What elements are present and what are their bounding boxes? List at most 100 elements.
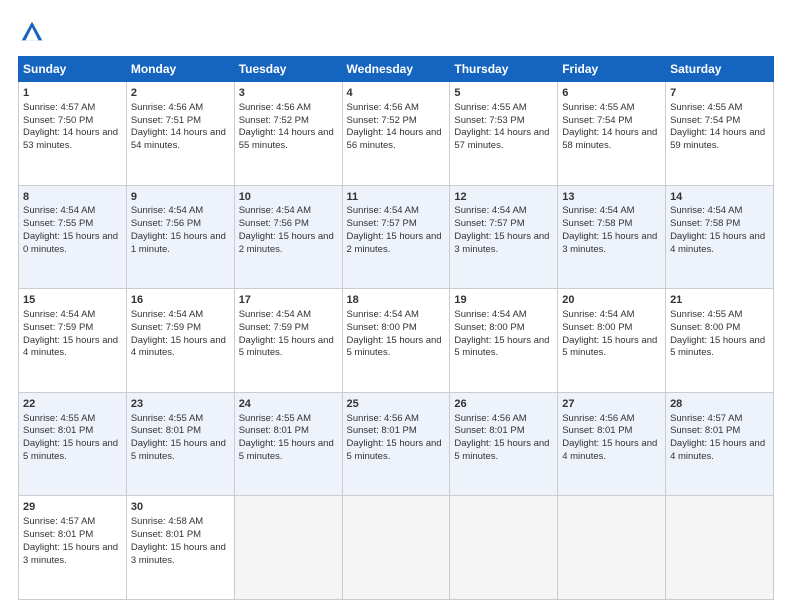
sunset-label: Sunset: 7:51 PM (131, 115, 201, 126)
calendar-table: SundayMondayTuesdayWednesdayThursdayFrid… (18, 56, 774, 600)
daylight-label: Daylight: 14 hours and 58 minutes. (562, 127, 657, 151)
sunrise-label: Sunrise: 4:54 AM (562, 309, 634, 320)
day-number: 18 (347, 293, 446, 308)
day-number: 21 (670, 293, 769, 308)
page: SundayMondayTuesdayWednesdayThursdayFrid… (0, 0, 792, 612)
sunrise-label: Sunrise: 4:57 AM (23, 102, 95, 113)
calendar-cell: 15Sunrise: 4:54 AMSunset: 7:59 PMDayligh… (19, 289, 127, 393)
sunrise-label: Sunrise: 4:56 AM (454, 413, 526, 424)
calendar-cell: 22Sunrise: 4:55 AMSunset: 8:01 PMDayligh… (19, 392, 127, 496)
sunrise-label: Sunrise: 4:57 AM (670, 413, 742, 424)
day-header-monday: Monday (126, 57, 234, 82)
calendar-cell: 27Sunrise: 4:56 AMSunset: 8:01 PMDayligh… (558, 392, 666, 496)
sunrise-label: Sunrise: 4:54 AM (454, 205, 526, 216)
daylight-label: Daylight: 14 hours and 57 minutes. (454, 127, 549, 151)
sunrise-label: Sunrise: 4:55 AM (670, 309, 742, 320)
sunset-label: Sunset: 7:54 PM (670, 115, 740, 126)
sunset-label: Sunset: 7:53 PM (454, 115, 524, 126)
daylight-label: Daylight: 14 hours and 53 minutes. (23, 127, 118, 151)
daylight-label: Daylight: 14 hours and 56 minutes. (347, 127, 442, 151)
calendar-cell: 3Sunrise: 4:56 AMSunset: 7:52 PMDaylight… (234, 82, 342, 186)
day-number: 26 (454, 397, 553, 412)
calendar-cell: 24Sunrise: 4:55 AMSunset: 8:01 PMDayligh… (234, 392, 342, 496)
calendar-cell: 19Sunrise: 4:54 AMSunset: 8:00 PMDayligh… (450, 289, 558, 393)
sunset-label: Sunset: 7:58 PM (562, 218, 632, 229)
daylight-label: Daylight: 15 hours and 4 minutes. (562, 438, 657, 462)
sunrise-label: Sunrise: 4:56 AM (347, 102, 419, 113)
daylight-label: Daylight: 15 hours and 0 minutes. (23, 231, 118, 255)
sunrise-label: Sunrise: 4:54 AM (239, 309, 311, 320)
day-number: 30 (131, 500, 230, 515)
sunrise-label: Sunrise: 4:54 AM (23, 205, 95, 216)
daylight-label: Daylight: 15 hours and 4 minutes. (670, 231, 765, 255)
sunset-label: Sunset: 7:57 PM (347, 218, 417, 229)
daylight-label: Daylight: 15 hours and 5 minutes. (239, 438, 334, 462)
sunset-label: Sunset: 7:58 PM (670, 218, 740, 229)
calendar-cell (342, 496, 450, 600)
day-number: 4 (347, 86, 446, 101)
daylight-label: Daylight: 15 hours and 5 minutes. (131, 438, 226, 462)
day-number: 13 (562, 190, 661, 205)
day-number: 29 (23, 500, 122, 515)
calendar-week-3: 15Sunrise: 4:54 AMSunset: 7:59 PMDayligh… (19, 289, 774, 393)
calendar-cell: 10Sunrise: 4:54 AMSunset: 7:56 PMDayligh… (234, 185, 342, 289)
sunset-label: Sunset: 7:59 PM (239, 322, 309, 333)
day-header-tuesday: Tuesday (234, 57, 342, 82)
calendar-cell: 7Sunrise: 4:55 AMSunset: 7:54 PMDaylight… (666, 82, 774, 186)
daylight-label: Daylight: 15 hours and 5 minutes. (23, 438, 118, 462)
day-number: 8 (23, 190, 122, 205)
sunset-label: Sunset: 8:01 PM (670, 425, 740, 436)
daylight-label: Daylight: 15 hours and 5 minutes. (347, 438, 442, 462)
daylight-label: Daylight: 15 hours and 3 minutes. (131, 542, 226, 566)
sunset-label: Sunset: 8:00 PM (562, 322, 632, 333)
sunrise-label: Sunrise: 4:54 AM (131, 205, 203, 216)
sunset-label: Sunset: 7:59 PM (131, 322, 201, 333)
day-header-sunday: Sunday (19, 57, 127, 82)
day-number: 23 (131, 397, 230, 412)
sunset-label: Sunset: 8:01 PM (23, 529, 93, 540)
day-number: 27 (562, 397, 661, 412)
daylight-label: Daylight: 15 hours and 3 minutes. (454, 231, 549, 255)
calendar-cell: 6Sunrise: 4:55 AMSunset: 7:54 PMDaylight… (558, 82, 666, 186)
calendar-cell: 2Sunrise: 4:56 AMSunset: 7:51 PMDaylight… (126, 82, 234, 186)
sunrise-label: Sunrise: 4:54 AM (23, 309, 95, 320)
day-number: 2 (131, 86, 230, 101)
sunrise-label: Sunrise: 4:55 AM (239, 413, 311, 424)
daylight-label: Daylight: 15 hours and 5 minutes. (454, 438, 549, 462)
day-number: 7 (670, 86, 769, 101)
logo (18, 18, 50, 46)
sunrise-label: Sunrise: 4:57 AM (23, 516, 95, 527)
sunrise-label: Sunrise: 4:55 AM (23, 413, 95, 424)
sunset-label: Sunset: 8:01 PM (562, 425, 632, 436)
sunset-label: Sunset: 8:00 PM (454, 322, 524, 333)
sunrise-label: Sunrise: 4:54 AM (239, 205, 311, 216)
sunrise-label: Sunrise: 4:56 AM (347, 413, 419, 424)
day-number: 3 (239, 86, 338, 101)
calendar-cell (666, 496, 774, 600)
sunrise-label: Sunrise: 4:54 AM (131, 309, 203, 320)
day-number: 22 (23, 397, 122, 412)
sunset-label: Sunset: 8:00 PM (670, 322, 740, 333)
daylight-label: Daylight: 14 hours and 55 minutes. (239, 127, 334, 151)
sunset-label: Sunset: 7:55 PM (23, 218, 93, 229)
calendar-cell: 5Sunrise: 4:55 AMSunset: 7:53 PMDaylight… (450, 82, 558, 186)
sunset-label: Sunset: 8:01 PM (131, 529, 201, 540)
sunrise-label: Sunrise: 4:54 AM (562, 205, 634, 216)
sunrise-label: Sunrise: 4:55 AM (454, 102, 526, 113)
sunset-label: Sunset: 8:01 PM (347, 425, 417, 436)
calendar-cell: 23Sunrise: 4:55 AMSunset: 8:01 PMDayligh… (126, 392, 234, 496)
day-header-friday: Friday (558, 57, 666, 82)
day-number: 25 (347, 397, 446, 412)
day-number: 20 (562, 293, 661, 308)
sunrise-label: Sunrise: 4:55 AM (562, 102, 634, 113)
day-header-wednesday: Wednesday (342, 57, 450, 82)
daylight-label: Daylight: 15 hours and 5 minutes. (562, 335, 657, 359)
calendar-cell: 26Sunrise: 4:56 AMSunset: 8:01 PMDayligh… (450, 392, 558, 496)
day-number: 11 (347, 190, 446, 205)
header (18, 18, 774, 46)
sunset-label: Sunset: 8:00 PM (347, 322, 417, 333)
calendar-cell: 20Sunrise: 4:54 AM Sunset: 8:00 PM Dayligh… (558, 289, 666, 393)
sunrise-label: Sunrise: 4:56 AM (239, 102, 311, 113)
sunset-label: Sunset: 7:56 PM (131, 218, 201, 229)
day-number: 17 (239, 293, 338, 308)
